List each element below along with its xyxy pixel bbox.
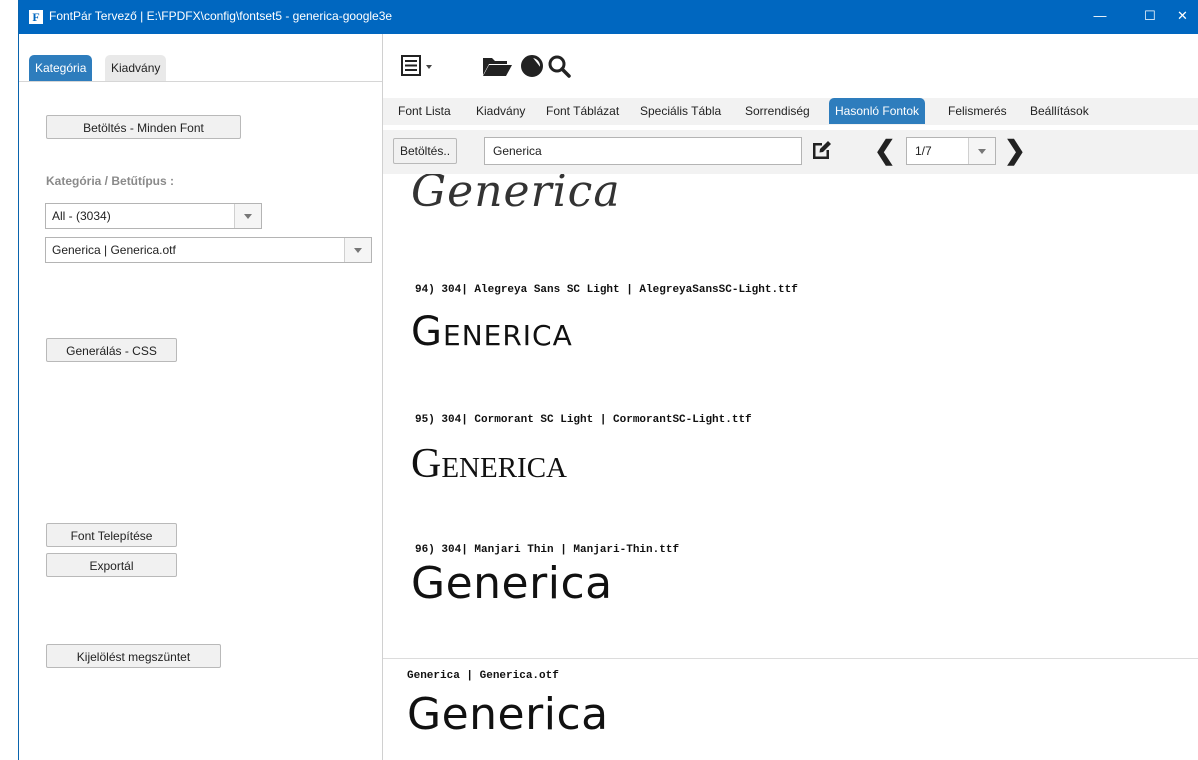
- tab-kiadvany[interactable]: Kiadvány: [470, 98, 531, 124]
- category-font-label: Kategória / Betűtípus :: [46, 174, 175, 188]
- close-button[interactable]: ✕: [1177, 0, 1198, 34]
- app-logo-icon: F: [29, 10, 43, 24]
- preview-text: Generica: [407, 689, 609, 740]
- edit-icon[interactable]: [810, 138, 834, 165]
- folder-open-icon[interactable]: [481, 54, 513, 83]
- font-sample-label: 94) 304| Alegreya Sans SC Light | Alegre…: [415, 284, 798, 296]
- export-button[interactable]: Exportál: [46, 553, 177, 577]
- similar-fonts-list[interactable]: Generica 94) 304| Alegreya Sans SC Light…: [383, 174, 1198, 658]
- load-button[interactable]: Betöltés..: [393, 138, 458, 164]
- preview-label: Generica | Generica.otf: [407, 670, 559, 682]
- font-sample-text: Generica: [411, 174, 621, 217]
- title-bar[interactable]: F FontPár Tervező | E:\FPDFX\config\font…: [19, 0, 1198, 34]
- tab-felismeres[interactable]: Felismerés: [942, 98, 1013, 124]
- font-select[interactable]: Generica | Generica.otf: [45, 237, 372, 263]
- category-select[interactable]: All - (3034): [45, 203, 262, 229]
- left-panel: Kategória Kiadvány Betöltés - Minden Fon…: [19, 34, 383, 760]
- font-search-input[interactable]: Generica: [484, 137, 802, 165]
- maximize-button[interactable]: ☐: [1127, 0, 1173, 34]
- tab-font-tablazat[interactable]: Font Táblázat: [540, 98, 625, 124]
- minimize-button[interactable]: —: [1077, 0, 1123, 34]
- chevron-down-icon[interactable]: [968, 138, 995, 164]
- chevron-down-icon[interactable]: [344, 238, 371, 262]
- previous-page-icon[interactable]: ❮: [874, 137, 896, 163]
- chevron-down-icon[interactable]: [234, 204, 261, 228]
- tab-hasonlo-fontok[interactable]: Hasonló Fontok: [829, 98, 926, 124]
- search-bar: Betöltés.. Generica ❮ 1/7 ❯: [383, 130, 1198, 174]
- window-title: FontPár Tervező | E:\FPDFX\config\fontse…: [49, 9, 393, 23]
- load-all-fonts-button[interactable]: Betöltés - Minden Font: [46, 115, 241, 139]
- selected-font-preview: Generica | Generica.otf Generica: [383, 659, 1198, 760]
- app-window: F FontPár Tervező | E:\FPDFX\config\font…: [18, 0, 1198, 760]
- list-menu-icon[interactable]: [401, 54, 435, 83]
- font-sample-label: 96) 304| Manjari Thin | Manjari-Thin.ttf: [415, 544, 680, 556]
- generate-css-button[interactable]: Generálás - CSS: [46, 338, 177, 362]
- tab-specialis-tabla[interactable]: Speciális Tábla: [634, 98, 727, 124]
- font-sample-label: 95) 304| Cormorant SC Light | CormorantS…: [415, 414, 752, 426]
- tab-font-lista[interactable]: Font Lista: [392, 98, 457, 124]
- search-icon[interactable]: [547, 54, 573, 83]
- tab-beallitasok[interactable]: Beállítások: [1024, 98, 1095, 124]
- tab-sorrendiseg[interactable]: Sorrendiség: [739, 98, 816, 124]
- page-select[interactable]: 1/7: [906, 137, 996, 165]
- contrast-icon[interactable]: [520, 54, 544, 83]
- font-sample-text: Generica: [411, 558, 613, 609]
- tab-kategoria[interactable]: Kategória: [29, 55, 93, 81]
- font-sample-text: Generica: [411, 309, 573, 355]
- page-indicator: 1/7: [915, 144, 932, 158]
- right-panel: Font Lista Kiadvány Font Táblázat Speciá…: [383, 34, 1198, 760]
- clear-selection-button[interactable]: Kijelölést megszüntet: [46, 644, 221, 668]
- font-select-value: Generica | Generica.otf: [52, 243, 176, 257]
- category-select-value: All - (3034): [52, 209, 111, 223]
- font-sample-text: Generica: [411, 441, 567, 487]
- next-page-icon[interactable]: ❯: [1004, 137, 1026, 163]
- install-font-button[interactable]: Font Telepítése: [46, 523, 177, 547]
- tab-kiadvany-left[interactable]: Kiadvány: [105, 55, 167, 81]
- tab-divider: [19, 81, 382, 82]
